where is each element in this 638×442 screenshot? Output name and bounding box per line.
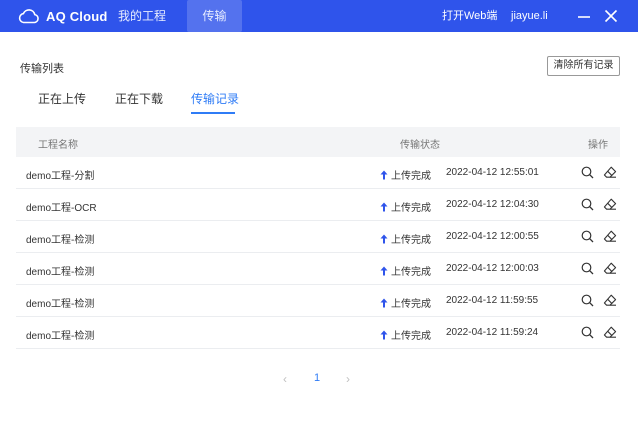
- next-page-button[interactable]: ›: [346, 372, 350, 386]
- project-name: demo工程-OCR: [26, 203, 97, 214]
- eraser-icon: [603, 230, 617, 242]
- column-header-transfer-status: 传输状态: [400, 140, 440, 151]
- table-header: 工程名称 传输状态 操作: [16, 127, 620, 157]
- table-row: demo工程-检测 上传完成 2022-04-12 11:59:24: [16, 317, 620, 349]
- transfer-status: 上传完成: [380, 167, 431, 182]
- eraser-icon: [603, 294, 617, 306]
- table-row: demo工程-检测 上传完成 2022-04-12 12:00:55: [16, 221, 620, 253]
- upload-arrow-icon: [380, 330, 388, 339]
- search-icon: [581, 262, 594, 275]
- upload-arrow-icon: [380, 202, 388, 211]
- transfer-history-table: 工程名称 传输状态 操作 demo工程-分割 上传完成 2022-04-12 1…: [16, 127, 620, 349]
- transfer-status-label: 上传完成: [391, 203, 431, 214]
- search-icon: [581, 294, 594, 307]
- search-icon: [581, 166, 594, 179]
- eraser-icon: [603, 198, 617, 210]
- search-icon: [581, 326, 594, 339]
- transfer-time: 2022-04-12 11:59:24: [446, 327, 539, 338]
- close-icon: [604, 9, 618, 23]
- app-name: AQ Cloud: [46, 8, 108, 24]
- title-bar: AQ Cloud 我的工程 传输 打开Web端 jiayue.li: [0, 0, 638, 32]
- column-header-actions: 操作: [588, 140, 608, 151]
- tab-downloading[interactable]: 正在下载: [115, 90, 163, 114]
- page-title: 传输列表: [20, 63, 64, 75]
- column-header-project-name: 工程名称: [38, 140, 78, 151]
- tab-uploading[interactable]: 正在上传: [38, 90, 86, 114]
- transfer-status: 上传完成: [380, 231, 431, 246]
- delete-record-button[interactable]: [603, 262, 617, 275]
- project-name: demo工程-检测: [26, 299, 95, 310]
- view-button[interactable]: [581, 294, 594, 307]
- pagination: ‹ 1 ›: [0, 372, 638, 386]
- eraser-icon: [603, 166, 617, 178]
- transfer-time: 2022-04-12 12:00:55: [446, 231, 539, 242]
- table-row: demo工程-检测 上传完成 2022-04-12 12:00:03: [16, 253, 620, 285]
- active-tab-indicator: [191, 112, 235, 114]
- transfer-status-label: 上传完成: [391, 171, 431, 182]
- transfer-status: 上传完成: [380, 295, 431, 310]
- prev-page-button[interactable]: ‹: [283, 372, 287, 386]
- transfer-status: 上传完成: [380, 199, 431, 214]
- transfer-status-label: 上传完成: [391, 299, 431, 310]
- minimize-icon: [578, 16, 590, 18]
- project-name: demo工程-检测: [26, 331, 95, 342]
- open-web-link[interactable]: 打开Web端: [442, 0, 497, 32]
- minimize-button[interactable]: [574, 6, 594, 26]
- transfer-status-label: 上传完成: [391, 267, 431, 278]
- transfer-time: 2022-04-12 11:59:55: [446, 295, 539, 306]
- delete-record-button[interactable]: [603, 198, 617, 211]
- project-name: demo工程-分割: [26, 171, 95, 182]
- delete-record-button[interactable]: [603, 294, 617, 307]
- transfer-tabs: 正在上传 正在下载 传输记录: [0, 90, 638, 114]
- view-button[interactable]: [581, 230, 594, 243]
- view-button[interactable]: [581, 198, 594, 211]
- upload-arrow-icon: [380, 234, 388, 243]
- transfer-time: 2022-04-12 12:04:30: [446, 199, 539, 210]
- delete-record-button[interactable]: [603, 230, 617, 243]
- view-button[interactable]: [581, 166, 594, 179]
- eraser-icon: [603, 326, 617, 338]
- delete-record-button[interactable]: [603, 166, 617, 179]
- search-icon: [581, 230, 594, 243]
- app-logo[interactable]: AQ Cloud: [18, 0, 108, 32]
- table-body: demo工程-分割 上传完成 2022-04-12 12:55:01 demo工…: [16, 157, 620, 349]
- search-icon: [581, 198, 594, 211]
- delete-record-button[interactable]: [603, 326, 617, 339]
- view-button[interactable]: [581, 326, 594, 339]
- project-name: demo工程-检测: [26, 267, 95, 278]
- tab-transfer-history[interactable]: 传输记录: [191, 90, 239, 114]
- nav-my-projects[interactable]: 我的工程: [118, 0, 166, 32]
- upload-arrow-icon: [380, 266, 388, 275]
- table-row: demo工程-检测 上传完成 2022-04-12 11:59:55: [16, 285, 620, 317]
- upload-arrow-icon: [380, 298, 388, 307]
- clear-all-records-button[interactable]: 清除所有记录: [547, 56, 620, 76]
- transfer-time: 2022-04-12 12:00:03: [446, 263, 539, 274]
- transfer-status: 上传完成: [380, 327, 431, 342]
- page-number-current[interactable]: 1: [314, 372, 320, 384]
- project-name: demo工程-检测: [26, 235, 95, 246]
- table-row: demo工程-OCR 上传完成 2022-04-12 12:04:30: [16, 189, 620, 221]
- transfer-status: 上传完成: [380, 263, 431, 278]
- table-row: demo工程-分割 上传完成 2022-04-12 12:55:01: [16, 157, 620, 189]
- transfer-status-label: 上传完成: [391, 331, 431, 342]
- user-name[interactable]: jiayue.li: [511, 0, 548, 32]
- close-button[interactable]: [601, 6, 621, 26]
- transfer-status-label: 上传完成: [391, 235, 431, 246]
- nav-transfer[interactable]: 传输: [187, 0, 242, 32]
- view-button[interactable]: [581, 262, 594, 275]
- cloud-icon: [18, 9, 39, 24]
- transfer-time: 2022-04-12 12:55:01: [446, 167, 539, 178]
- upload-arrow-icon: [380, 170, 388, 179]
- eraser-icon: [603, 262, 617, 274]
